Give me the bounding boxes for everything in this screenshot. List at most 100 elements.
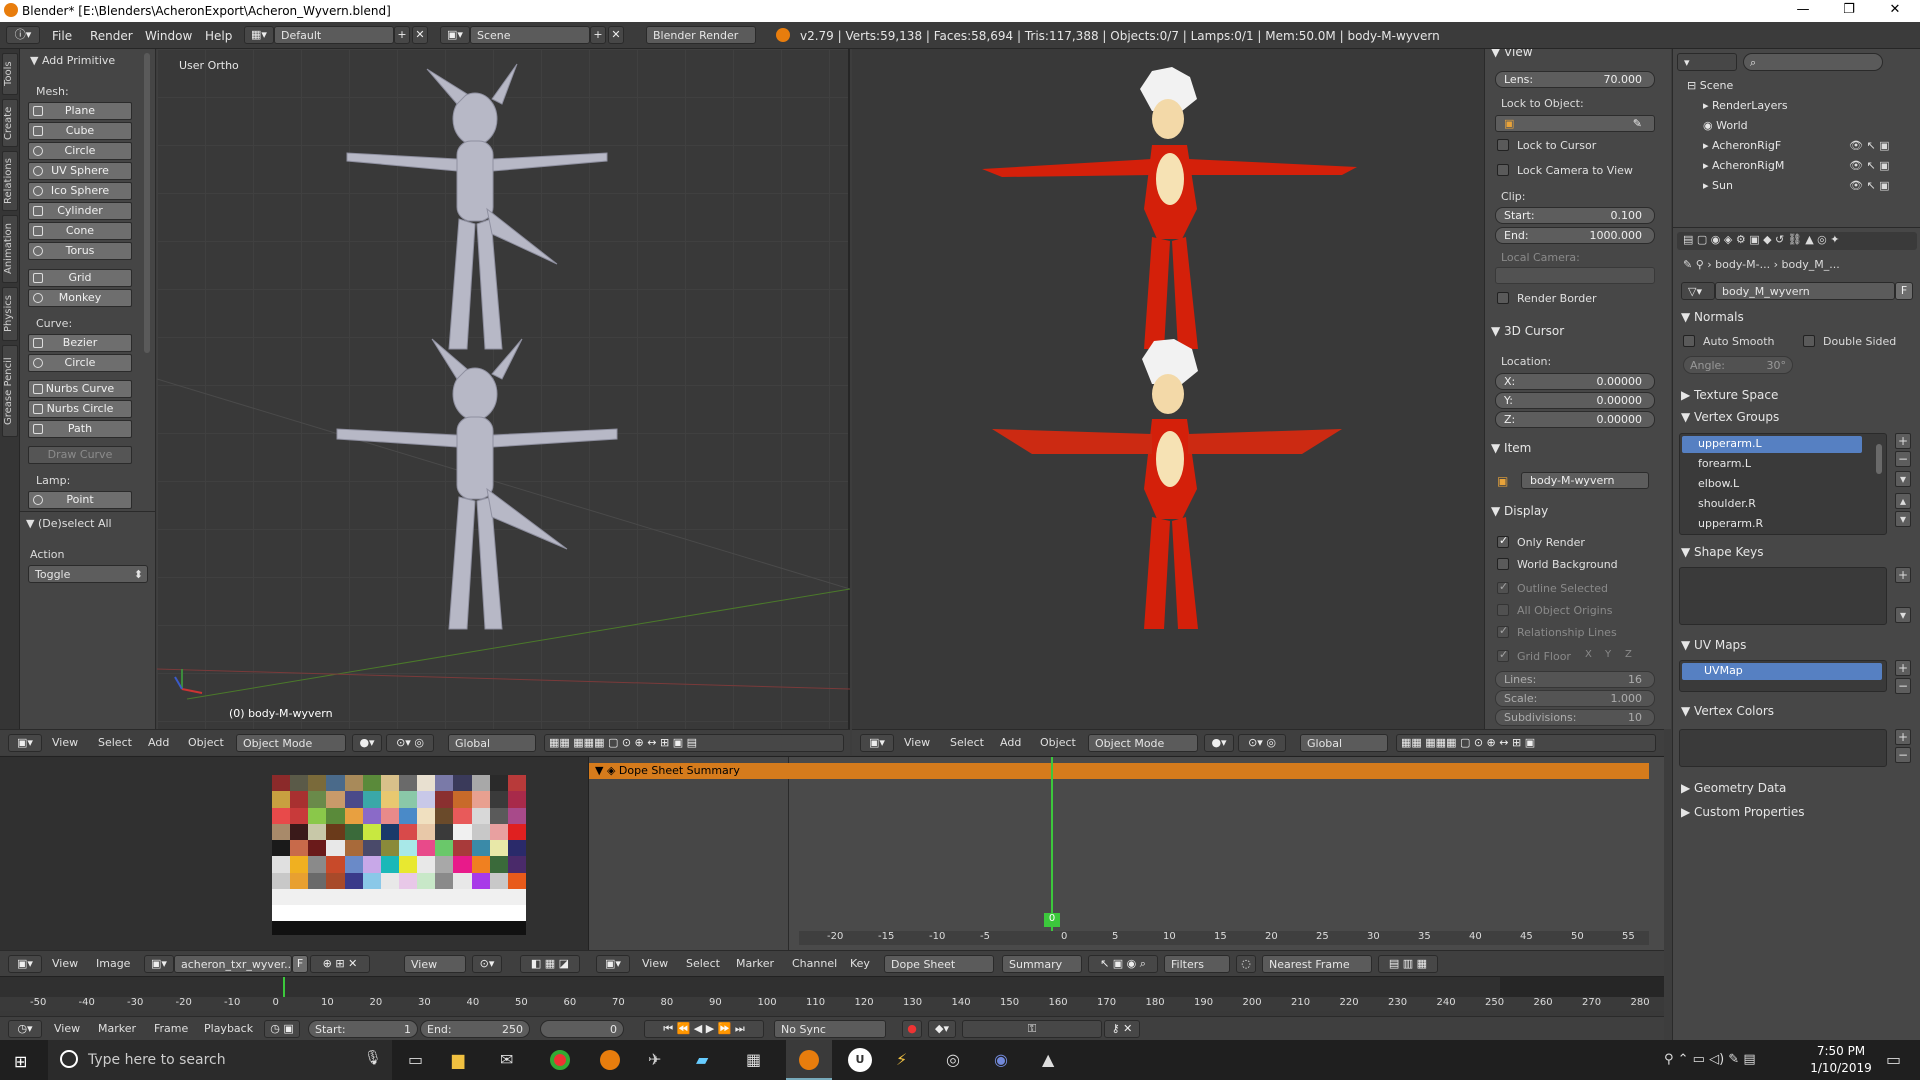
layout-icon[interactable]: ▦▾ <box>244 26 274 44</box>
vertex-group-item[interactable]: elbow.L <box>1698 477 1739 490</box>
menu-render[interactable]: Render <box>90 29 133 43</box>
viewport-right[interactable] <box>852 49 1484 729</box>
windows-start-icon[interactable]: ⊞ <box>14 1052 27 1071</box>
img-menu-view[interactable]: View <box>52 957 78 970</box>
cursor-x-field[interactable]: X: 0.00000 <box>1495 373 1655 390</box>
outliner-search-input[interactable]: ⌕ <box>1743 53 1883 71</box>
microphone-icon[interactable]: 🎙 <box>364 1050 382 1066</box>
outliner-display-mode[interactable]: ▾ <box>1677 53 1737 71</box>
vertex-group-move-up-button[interactable]: ▴ <box>1895 493 1911 509</box>
ds-menu-select[interactable]: Select <box>686 957 720 970</box>
menu-file[interactable]: File <box>52 29 72 43</box>
add-primitive-header[interactable]: ▼ Add Primitive <box>30 54 115 67</box>
tool-shelf-scrollbar[interactable] <box>144 53 150 353</box>
editor-type-timeline-icon[interactable]: ◷▾ <box>8 1020 42 1038</box>
insert-keyframe-icons[interactable]: ⚷ ✕ <box>1104 1020 1140 1038</box>
viewport-left[interactable]: User Ortho (0) body-M-wyvern <box>157 49 850 729</box>
tl-menu-playback[interactable]: Playback <box>204 1022 253 1035</box>
tab-animation[interactable]: Animation <box>2 215 18 283</box>
add-cylinder-button[interactable]: Cylinder <box>28 202 132 220</box>
view-panel-header[interactable]: ▼ View <box>1491 49 1533 59</box>
scene-icon[interactable]: ▣▾ <box>440 26 470 44</box>
timeline-track[interactable] <box>0 977 1664 997</box>
cursor-panel-header[interactable]: ▼ 3D Cursor <box>1491 324 1564 338</box>
add-cone-button[interactable]: Cone <box>28 222 132 240</box>
image-editor[interactable] <box>0 756 588 956</box>
end-frame-field[interactable]: End: 250 <box>420 1020 530 1038</box>
snap-select[interactable]: Nearest Frame <box>1262 955 1372 973</box>
tl-menu-frame[interactable]: Frame <box>154 1022 188 1035</box>
ds-menu-key[interactable]: Key <box>850 957 870 970</box>
tab-create[interactable]: Create <box>2 99 18 147</box>
outliner-item-renderlayers[interactable]: ▸ RenderLayers <box>1703 99 1788 112</box>
ds-menu-marker[interactable]: Marker <box>736 957 774 970</box>
uv-maps-panel-header[interactable]: ▼ UV Maps <box>1681 638 1746 652</box>
add-cube-button[interactable]: Cube <box>28 122 132 140</box>
vertex-groups-scrollbar[interactable] <box>1876 444 1882 474</box>
vp2-menu-view[interactable]: View <box>904 736 930 749</box>
uv-maps-list[interactable]: UVMap <box>1679 660 1887 692</box>
taskbar-search-box[interactable]: Type here to search 🎙 <box>48 1040 392 1080</box>
u-app-icon[interactable]: U <box>848 1048 872 1072</box>
shape-keys-panel-header[interactable]: ▼ Shape Keys <box>1681 545 1763 559</box>
add-ico-sphere-button[interactable]: Ico Sphere <box>28 182 132 200</box>
close-icon[interactable]: ✕ <box>1872 0 1918 22</box>
vertex-colors-panel-header[interactable]: ▼ Vertex Colors <box>1681 704 1774 718</box>
chrome-icon[interactable] <box>550 1050 570 1070</box>
playback-controls-icons[interactable]: ⏮ ⏪ ◀ ▶ ⏩ ⏭ <box>644 1020 764 1038</box>
double-sided-checkbox[interactable] <box>1803 335 1815 347</box>
outliner-item-scene[interactable]: ⊟ Scene <box>1687 79 1733 92</box>
properties-context-tabs[interactable]: ▤ ▢ ◉ ◈ ⚙ ▣ ◆ ↺ ⛓ ▲ ◎ ✦ <box>1677 232 1917 250</box>
editor-type-image-icon[interactable]: ▣▾ <box>8 955 42 973</box>
lock-object-field[interactable]: ▣ ✎ <box>1495 115 1655 132</box>
tl-menu-view[interactable]: View <box>54 1022 80 1035</box>
layout-remove-icon[interactable]: ✕ <box>412 26 428 44</box>
blender-taskbar-button[interactable] <box>786 1040 832 1080</box>
cursor-z-field[interactable]: Z: 0.00000 <box>1495 411 1655 428</box>
keying-set-field-icon[interactable]: ⚿ <box>962 1020 1102 1038</box>
add-torus-button[interactable]: Torus <box>28 242 132 260</box>
outliner-item-world[interactable]: ◉ World <box>1703 119 1748 132</box>
vertex-group-specials-button[interactable]: ▾ <box>1895 471 1911 487</box>
world-bg-checkbox[interactable] <box>1497 558 1509 570</box>
photos-icon[interactable]: ▲ <box>1042 1050 1054 1069</box>
image-name-field[interactable]: acheron_txr_wyver... <box>174 955 292 973</box>
summary-label[interactable]: ▼ ◈ Dope Sheet Summary <box>595 764 740 777</box>
layout-field[interactable]: Default <box>274 26 394 44</box>
copy-paste-icons[interactable]: ▤ ▥ ▦ <box>1378 955 1438 973</box>
clip-start-field[interactable]: Start: 0.100 <box>1495 207 1655 224</box>
pivot-icon-2[interactable]: ⊙▾ ◎ <box>1238 734 1286 752</box>
menu-window[interactable]: Window <box>145 29 192 43</box>
mode-select[interactable]: Object Mode <box>236 734 346 752</box>
outliner-item-acheronrigf[interactable]: ▸ AcheronRigF <box>1703 139 1781 152</box>
shading-icon-2[interactable]: ●▾ <box>1204 734 1234 752</box>
sync-select[interactable]: No Sync <box>774 1020 886 1038</box>
editor-type-3d-icon-2[interactable]: ▣▾ <box>860 734 894 752</box>
lens-field[interactable]: Lens: 70.000 <box>1495 71 1655 88</box>
vertex-group-item[interactable]: upperarm.R <box>1698 517 1763 530</box>
image-browse-icon[interactable]: ▣▾ <box>144 955 174 973</box>
add-circle-button[interactable]: Circle <box>28 142 132 160</box>
add-point-lamp-button[interactable]: Point <box>28 491 132 509</box>
vp-menu-view[interactable]: View <box>52 736 78 749</box>
uv-map-add-button[interactable]: + <box>1895 660 1911 676</box>
pivot-icon[interactable]: ⊙▾ ◎ <box>386 734 434 752</box>
add-plane-button[interactable]: Plane <box>28 102 132 120</box>
geometry-data-panel-header[interactable]: ▶ Geometry Data <box>1681 781 1786 795</box>
image-tools-icon[interactable]: ⊕ ⊞ ✕ <box>310 955 370 973</box>
lightning-app-icon[interactable]: ⚡ <box>896 1050 907 1069</box>
image-display-icons[interactable]: ◧ ▦ ◪ <box>520 955 580 973</box>
vp2-menu-object[interactable]: Object <box>1040 736 1076 749</box>
orientation-select-2[interactable]: Global <box>1300 734 1388 752</box>
dopesheet-mode-select[interactable]: Dope Sheet <box>884 955 994 973</box>
only-render-checkbox[interactable] <box>1497 534 1509 548</box>
visibility-eye-icon-3[interactable]: 👁 ↖ ▣ <box>1849 179 1890 192</box>
shape-key-add-button[interactable]: + <box>1895 567 1911 583</box>
filter-icon[interactable]: ◌ <box>1236 955 1256 973</box>
discord-icon[interactable]: ◉ <box>994 1050 1008 1069</box>
record-icon[interactable]: ● <box>902 1020 922 1038</box>
lock-cursor-checkbox[interactable] <box>1497 139 1509 151</box>
add-curve-circle-button[interactable]: Circle <box>28 354 132 372</box>
filters-button[interactable]: Filters <box>1164 955 1230 973</box>
add-nurbs-circle-button[interactable]: Nurbs Circle <box>28 400 132 418</box>
